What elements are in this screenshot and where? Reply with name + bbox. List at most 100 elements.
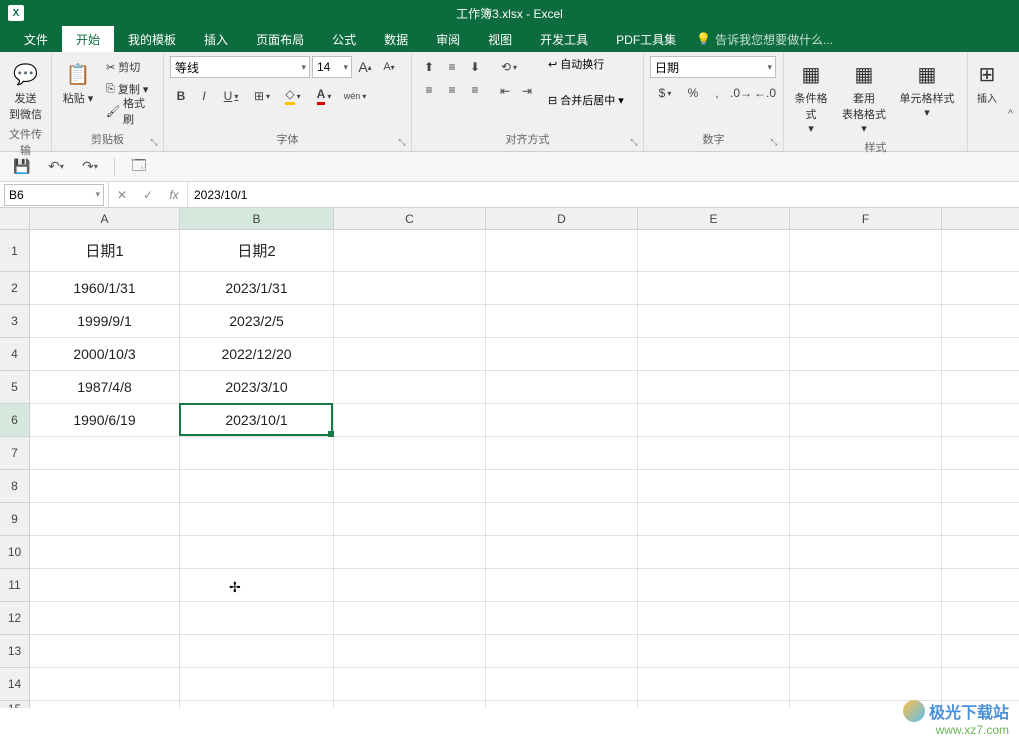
tab-数据[interactable]: 数据 xyxy=(370,26,422,52)
row-header-5[interactable]: 5 xyxy=(0,371,30,404)
cell[interactable] xyxy=(790,470,942,503)
cell[interactable] xyxy=(942,371,1019,404)
decrease-decimal-button[interactable]: ←.0 xyxy=(754,82,776,104)
cell[interactable] xyxy=(30,602,180,635)
cell[interactable] xyxy=(942,272,1019,305)
cell[interactable] xyxy=(942,305,1019,338)
cell[interactable] xyxy=(942,437,1019,470)
cell[interactable]: 1987/4/8 xyxy=(30,371,180,404)
cell[interactable] xyxy=(942,536,1019,569)
cell[interactable]: 1990/6/19 xyxy=(30,404,180,437)
cell[interactable] xyxy=(638,338,790,371)
cell[interactable] xyxy=(790,668,942,701)
tell-me-search[interactable]: 💡告诉我您想要做什么... xyxy=(696,26,833,52)
cell[interactable] xyxy=(790,272,942,305)
cell[interactable] xyxy=(638,701,790,708)
cell[interactable] xyxy=(334,437,486,470)
cell[interactable] xyxy=(180,536,334,569)
qat-extra-button[interactable]: 🗔 xyxy=(129,157,149,177)
wrap-text-button[interactable]: ↩自动换行 xyxy=(548,56,624,72)
cell[interactable]: 日期1 xyxy=(30,230,180,272)
cell[interactable] xyxy=(334,668,486,701)
cell[interactable] xyxy=(180,569,334,602)
orientation-button[interactable]: ⟲ xyxy=(494,56,524,78)
column-header-E[interactable]: E xyxy=(638,208,790,230)
row-header-3[interactable]: 3 xyxy=(0,305,30,338)
cell[interactable] xyxy=(334,635,486,668)
cell[interactable] xyxy=(180,470,334,503)
cell[interactable] xyxy=(486,305,638,338)
bold-button[interactable]: B xyxy=(170,85,192,107)
row-header-13[interactable]: 13 xyxy=(0,635,30,668)
align-middle-button[interactable]: ≡ xyxy=(441,56,463,78)
border-button[interactable]: ⊞ xyxy=(247,85,277,107)
fx-button[interactable]: fx xyxy=(161,182,187,207)
cell[interactable] xyxy=(790,437,942,470)
cell[interactable] xyxy=(638,437,790,470)
row-header-1[interactable]: 1 xyxy=(0,230,30,272)
italic-button[interactable]: I xyxy=(193,85,215,107)
cell[interactable] xyxy=(790,569,942,602)
cell[interactable]: 日期2 xyxy=(180,230,334,272)
cell[interactable] xyxy=(180,602,334,635)
cell[interactable] xyxy=(942,470,1019,503)
tab-视图[interactable]: 视图 xyxy=(474,26,526,52)
cell[interactable] xyxy=(486,404,638,437)
row-header-4[interactable]: 4 xyxy=(0,338,30,371)
cell[interactable] xyxy=(334,536,486,569)
cell[interactable] xyxy=(790,404,942,437)
cell[interactable] xyxy=(486,470,638,503)
tab-开发工具[interactable]: 开发工具 xyxy=(526,26,602,52)
cell[interactable] xyxy=(638,602,790,635)
paste-button[interactable]: 📋 粘贴 ▾ xyxy=(58,56,98,108)
cell[interactable] xyxy=(790,635,942,668)
cell[interactable] xyxy=(180,437,334,470)
cancel-formula-button[interactable]: ✕ xyxy=(109,182,135,207)
cell[interactable] xyxy=(334,404,486,437)
number-format-combo[interactable]: 日期 xyxy=(650,56,776,78)
cell[interactable] xyxy=(790,602,942,635)
cell[interactable] xyxy=(180,503,334,536)
column-header-C[interactable]: C xyxy=(334,208,486,230)
increase-indent-button[interactable]: ⇥ xyxy=(516,80,538,102)
font-color-button[interactable]: A xyxy=(309,85,339,107)
formula-input[interactable]: 2023/10/1 xyxy=(187,182,1019,207)
clipboard-dialog-launcher[interactable]: ⤡ xyxy=(148,136,160,148)
cell[interactable] xyxy=(942,230,1019,272)
cell[interactable] xyxy=(942,338,1019,371)
tab-公式[interactable]: 公式 xyxy=(318,26,370,52)
font-size-combo[interactable]: 14 xyxy=(312,56,352,78)
cell[interactable] xyxy=(486,635,638,668)
cell[interactable] xyxy=(180,701,334,708)
cell[interactable] xyxy=(486,668,638,701)
cell[interactable] xyxy=(638,470,790,503)
cell[interactable]: 1999/9/1 xyxy=(30,305,180,338)
cell[interactable]: 2023/1/31 xyxy=(180,272,334,305)
cut-button[interactable]: ✂剪切 xyxy=(102,56,157,78)
row-header-10[interactable]: 10 xyxy=(0,536,30,569)
cell-styles-button[interactable]: ▦ 单元格样式▾ xyxy=(896,56,958,121)
cell[interactable] xyxy=(638,536,790,569)
number-dialog-launcher[interactable]: ⤡ xyxy=(768,136,780,148)
align-left-button[interactable]: ≡ xyxy=(418,79,440,101)
cell[interactable] xyxy=(334,602,486,635)
underline-button[interactable]: U xyxy=(216,85,246,107)
cell[interactable] xyxy=(638,272,790,305)
fill-color-button[interactable]: ◇ xyxy=(278,85,308,107)
phonetic-button[interactable]: wén xyxy=(340,85,370,107)
cell[interactable] xyxy=(638,569,790,602)
cell[interactable] xyxy=(486,230,638,272)
cell[interactable] xyxy=(942,569,1019,602)
cell[interactable] xyxy=(180,668,334,701)
cell[interactable]: 2023/10/1 xyxy=(180,404,334,437)
cell[interactable] xyxy=(180,635,334,668)
increase-font-button[interactable]: A▴ xyxy=(354,56,376,78)
cell[interactable] xyxy=(638,635,790,668)
cell[interactable] xyxy=(486,602,638,635)
tab-审阅[interactable]: 审阅 xyxy=(422,26,474,52)
percent-button[interactable]: % xyxy=(682,82,704,104)
tab-文件[interactable]: 文件 xyxy=(10,26,62,52)
cell[interactable]: 2023/3/10 xyxy=(180,371,334,404)
format-as-table-button[interactable]: ▦ 套用 表格格式 ▾ xyxy=(836,56,892,137)
cell[interactable] xyxy=(790,371,942,404)
